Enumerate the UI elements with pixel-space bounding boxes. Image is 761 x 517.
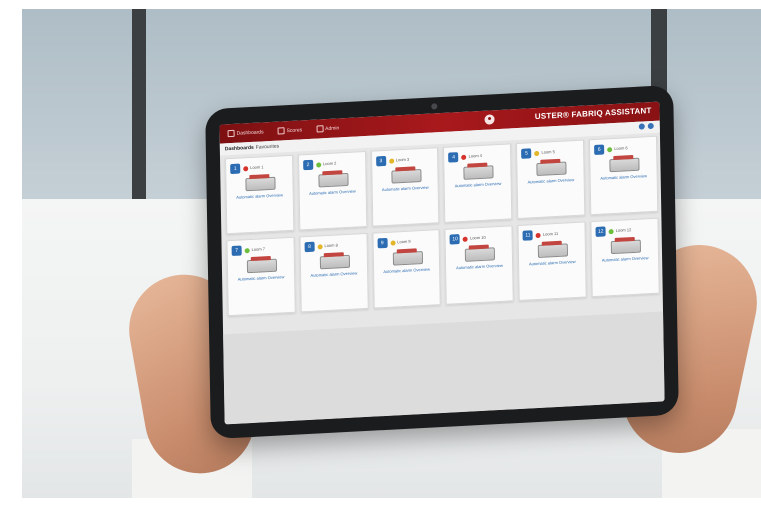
card-badge: 8 xyxy=(304,241,315,253)
chart-icon xyxy=(277,127,285,135)
card-name: Loom 4 xyxy=(468,152,483,159)
card-description[interactable]: Automatic alarm Overview xyxy=(449,181,507,190)
nav-label: Scores xyxy=(286,126,303,134)
card-description[interactable]: Automatic alarm Overview xyxy=(378,266,436,275)
machine-card[interactable]: 3 Loom 3 Automatic alarm Overview xyxy=(370,147,440,227)
status-dot-icon xyxy=(390,240,396,246)
status-dot-icon xyxy=(535,232,541,239)
machine-card[interactable]: 5 Loom 5 Automatic alarm Overview xyxy=(516,139,586,220)
card-description[interactable]: Automatic alarm Overview xyxy=(523,259,581,268)
nav-item-admin[interactable]: Admin xyxy=(316,124,340,133)
brand-logo: USTER® FABRIQ ASSISTANT xyxy=(534,106,652,122)
status-dot-icon xyxy=(607,147,613,153)
machine-card[interactable]: 11 Loom 11 Automatic alarm Overview xyxy=(517,221,587,301)
card-description[interactable]: Automatic alarm Overview xyxy=(451,263,509,272)
nav-item-scores[interactable]: Scores xyxy=(277,126,303,135)
status-dot-icon xyxy=(317,244,323,250)
loom-machine-icon xyxy=(392,251,423,266)
machine-card[interactable]: 7 Loom 7 Automatic alarm Overview xyxy=(226,236,296,317)
card-description[interactable]: Automatic alarm Overview xyxy=(303,188,361,197)
loom-machine-icon xyxy=(538,243,569,258)
card-row: 7 Loom 7 Automatic alarm Overview 8 Loom 8 Au… xyxy=(226,217,660,317)
status-dot-icon xyxy=(315,162,322,168)
card-name: Loom 12 xyxy=(615,227,632,233)
empty-dashboard-area xyxy=(223,311,665,425)
status-dot-icon xyxy=(388,158,394,164)
status-dot-icon xyxy=(244,248,250,254)
window-mullion xyxy=(132,9,146,214)
loom-machine-icon xyxy=(463,165,495,180)
card-badge: 7 xyxy=(231,245,242,257)
card-name: Loom 2 xyxy=(322,160,337,167)
status-dot-icon xyxy=(608,229,614,235)
dashboard-card-grid: 1 Loom 1 Automatic alarm Overview 2 Loom 2 Au… xyxy=(225,135,660,322)
card-name: Loom 9 xyxy=(397,238,411,245)
card-name: Loom 7 xyxy=(251,246,266,252)
tools-icon xyxy=(316,125,324,133)
card-name: Loom 8 xyxy=(324,242,338,249)
nav-item-dashboards[interactable]: Dashboards xyxy=(227,128,264,138)
status-dot-icon xyxy=(243,166,249,172)
camera-icon xyxy=(431,103,438,110)
card-badge: 9 xyxy=(377,237,388,249)
machine-card[interactable]: 8 Loom 8 Automatic alarm Overview xyxy=(299,232,369,313)
photo-scene: Dashboards Scores Admin ● USTER® FABRIQ … xyxy=(22,9,761,498)
card-badge: 1 xyxy=(230,163,241,175)
user-avatar-icon[interactable]: ● xyxy=(484,114,495,125)
card-badge: 3 xyxy=(375,155,386,167)
toolbar-icons xyxy=(638,122,654,130)
card-name: Loom 10 xyxy=(470,234,486,241)
card-badge: 4 xyxy=(448,152,459,163)
card-description[interactable]: Automatic alarm Overview xyxy=(232,274,290,283)
machine-card[interactable]: 1 Loom 1 Automatic alarm Overview xyxy=(225,154,295,235)
machine-card[interactable]: 2 Loom 2 Automatic alarm Overview xyxy=(297,150,367,231)
card-description[interactable]: Automatic alarm Overview xyxy=(595,173,653,182)
loom-machine-icon xyxy=(536,161,567,177)
loom-machine-icon xyxy=(609,157,640,173)
tablet-screen: Dashboards Scores Admin ● USTER® FABRIQ … xyxy=(219,101,665,425)
card-badge: 6 xyxy=(594,144,605,156)
loom-machine-icon xyxy=(319,254,350,270)
card-name: Loom 5 xyxy=(541,149,555,155)
card-name: Loom 1 xyxy=(250,164,264,171)
card-description[interactable]: Automatic alarm Overview xyxy=(522,177,580,186)
loom-machine-icon xyxy=(318,172,349,188)
add-icon[interactable] xyxy=(647,122,654,130)
nav-label: Admin xyxy=(325,124,340,132)
card-badge: 2 xyxy=(302,159,314,171)
loom-machine-icon xyxy=(245,176,276,192)
card-name: Loom 3 xyxy=(395,156,410,163)
card-description[interactable]: Automatic alarm Overview xyxy=(596,255,654,264)
status-dot-icon xyxy=(463,236,469,242)
breadcrumb-section: Favourites xyxy=(255,143,280,151)
card-name: Loom 6 xyxy=(614,145,628,151)
card-description[interactable]: Automatic alarm Overview xyxy=(376,184,434,193)
loom-machine-icon xyxy=(610,239,642,255)
card-name: Loom 11 xyxy=(542,230,559,237)
machine-card[interactable]: 9 Loom 9 Automatic alarm Overview xyxy=(372,229,442,309)
window-pane xyxy=(22,9,132,214)
card-badge: 10 xyxy=(450,234,461,245)
window-pane xyxy=(667,9,761,214)
card-badge: 11 xyxy=(522,230,534,241)
card-badge: 12 xyxy=(595,226,606,237)
loom-machine-icon xyxy=(465,247,496,262)
nav-label: Dashboards xyxy=(236,128,264,137)
breadcrumb-current[interactable]: Dashboards xyxy=(225,145,254,153)
home-icon xyxy=(227,129,235,138)
card-badge: 5 xyxy=(521,148,532,159)
status-dot-icon xyxy=(461,154,467,160)
loom-machine-icon xyxy=(391,169,422,184)
settings-icon[interactable] xyxy=(638,123,645,130)
card-description[interactable]: Automatic alarm Overview xyxy=(305,270,363,279)
tablet-device: Dashboards Scores Admin ● USTER® FABRIQ … xyxy=(205,84,679,440)
machine-card[interactable]: 6 Loom 6 Automatic alarm Overview xyxy=(589,135,659,216)
machine-card[interactable]: 12 Loom 12 Automatic alarm Overview xyxy=(590,217,660,298)
card-description[interactable]: Automatic alarm Overview xyxy=(231,192,289,201)
machine-card[interactable]: 4 Loom 4 Automatic alarm Overview xyxy=(443,143,513,223)
loom-machine-icon xyxy=(246,258,278,274)
status-dot-icon xyxy=(534,150,540,157)
machine-card[interactable]: 10 Loom 10 Automatic alarm Overview xyxy=(444,225,515,305)
